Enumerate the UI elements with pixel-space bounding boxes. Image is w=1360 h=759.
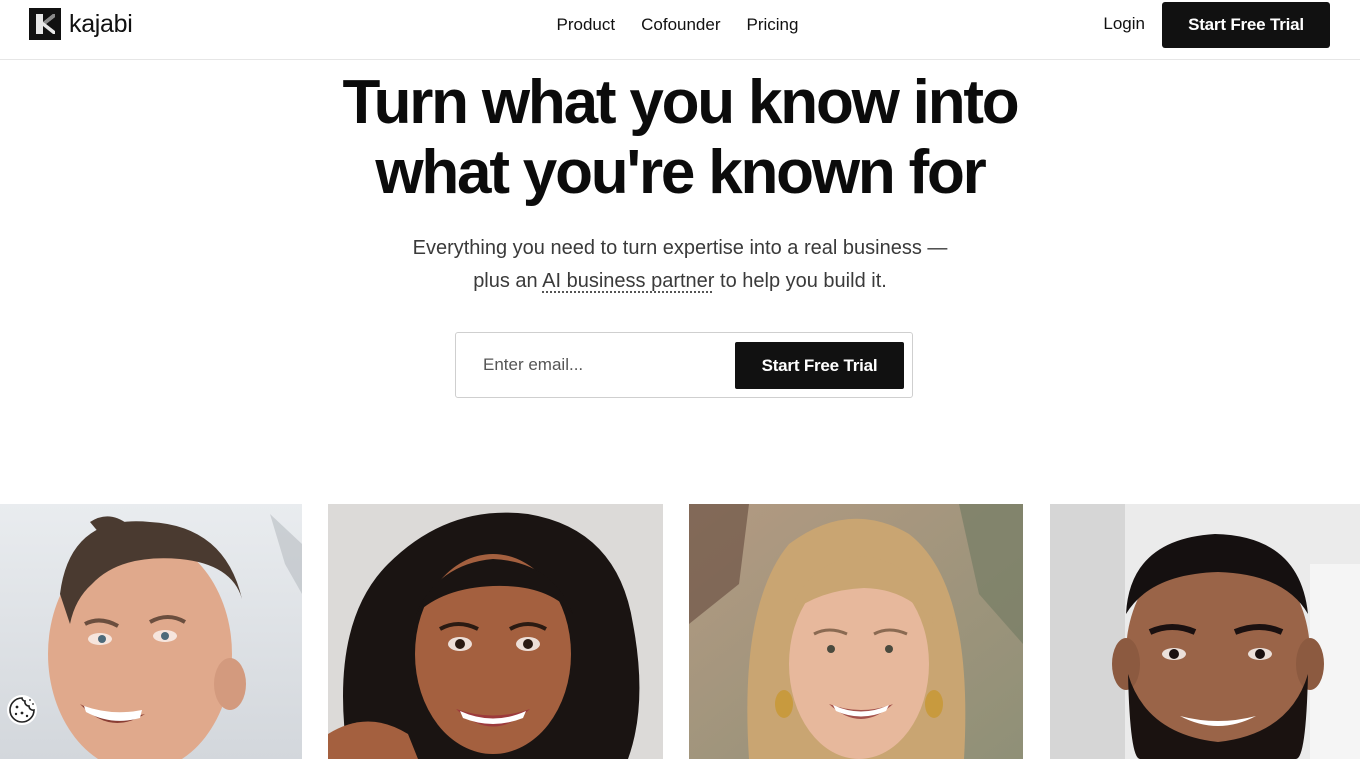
nav-item-product[interactable]: Product	[557, 15, 616, 35]
kajabi-logo-icon	[29, 8, 61, 40]
customer-photo-4	[1050, 504, 1360, 759]
nav-item-pricing[interactable]: Pricing	[747, 15, 799, 35]
person-photo-woman-blonde-icon	[689, 504, 1023, 759]
sub-line-2: plus an AI business partner to help you …	[0, 265, 1360, 298]
main-nav: Product Cofounder Pricing	[0, 0, 1360, 50]
site-header: kajabi Product Cofounder Pricing Login S…	[0, 0, 1360, 60]
customer-photo-3	[689, 504, 1023, 759]
hero-subheading: Everything you need to turn expertise in…	[0, 232, 1360, 298]
brand-name: kajabi	[69, 10, 133, 38]
customer-photo-1	[0, 504, 302, 759]
sub-line-2-after: to help you build it.	[714, 270, 887, 292]
login-link[interactable]: Login	[1103, 14, 1145, 34]
sub-line-2-before: plus an	[473, 270, 543, 292]
logo-link[interactable]: kajabi	[29, 8, 133, 40]
email-signup-form: Start Free Trial	[455, 332, 913, 398]
customer-photo-2	[328, 504, 663, 759]
sub-line-1: Everything you need to turn expertise in…	[412, 237, 948, 259]
person-photo-man-smiling-icon	[0, 504, 302, 759]
hero-start-free-trial-button[interactable]: Start Free Trial	[735, 342, 904, 389]
person-photo-woman-curly-hair-icon	[328, 504, 663, 759]
person-photo-man-beard-icon	[1050, 504, 1360, 759]
headline-line-1: Turn what you know into	[342, 68, 1020, 137]
cookie-settings-button[interactable]	[7, 695, 37, 725]
email-input[interactable]	[474, 343, 724, 387]
header-start-free-trial-button[interactable]: Start Free Trial	[1162, 2, 1330, 48]
nav-item-cofounder[interactable]: Cofounder	[641, 15, 720, 35]
ai-business-partner-link[interactable]: AI business partner	[542, 270, 714, 292]
hero-headline: Turn what you know into what you're know…	[0, 68, 1360, 208]
headline-line-2: what you're known for	[375, 138, 986, 207]
cookie-icon	[9, 697, 35, 723]
